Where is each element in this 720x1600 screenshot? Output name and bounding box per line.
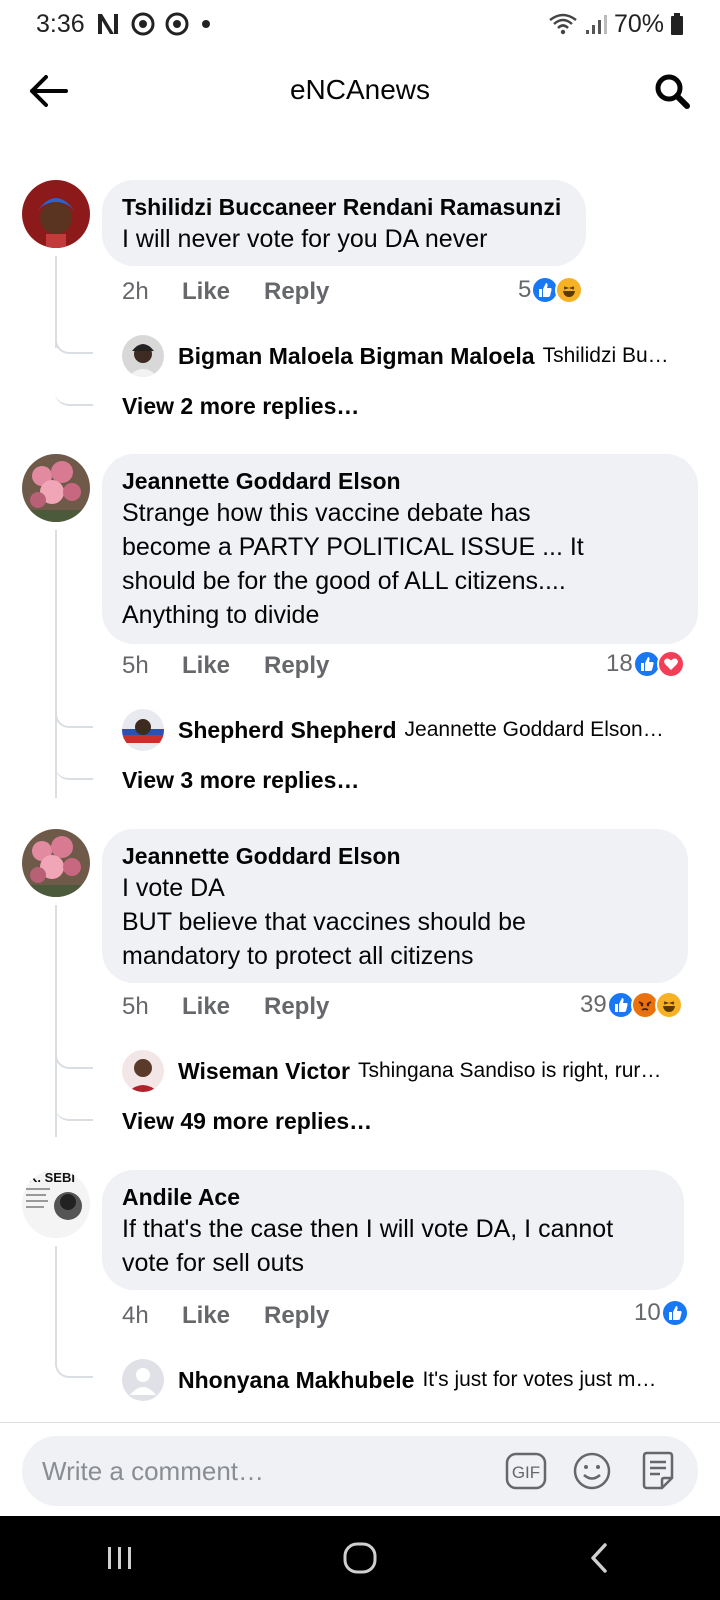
reaction-count: 39 bbox=[580, 991, 607, 1018]
like-button[interactable]: Like bbox=[182, 1302, 264, 1330]
avatar-text: K. SEBI bbox=[28, 1170, 75, 1185]
comment-text: If that's the case then I will vote DA, … bbox=[122, 1215, 614, 1277]
reaction-summary[interactable]: 39 bbox=[580, 991, 683, 1019]
reply-button[interactable]: Reply bbox=[264, 993, 329, 1021]
reply-text: Tshingana Sandiso is right, rur… bbox=[357, 1059, 662, 1082]
avatar[interactable] bbox=[22, 180, 90, 248]
like-button[interactable]: Like bbox=[182, 993, 264, 1021]
reply-button[interactable]: Reply bbox=[264, 278, 329, 306]
comment-time: 4h bbox=[122, 1302, 149, 1329]
haha-reaction-icon bbox=[654, 991, 683, 1019]
comment-actions: 5h Like Reply bbox=[122, 993, 329, 1021]
love-reaction-icon bbox=[656, 650, 685, 678]
comment-author[interactable]: Jeannette Goddard Elson bbox=[122, 841, 668, 871]
reply-author[interactable]: Wiseman Victor bbox=[178, 1058, 350, 1085]
signal-icon bbox=[584, 12, 608, 36]
dot-icon bbox=[199, 17, 213, 31]
comment-actions: 5h Like Reply bbox=[122, 652, 329, 680]
like-reaction-icon bbox=[660, 1299, 689, 1327]
reply-author[interactable]: Bigman Maloela Bigman Maloela bbox=[178, 343, 535, 370]
comment-author[interactable]: Jeannette Goddard Elson bbox=[122, 466, 678, 496]
sticker-icon[interactable] bbox=[636, 1449, 680, 1493]
view-more-replies-link[interactable]: View 3 more replies… bbox=[122, 767, 359, 794]
reply-text: Tshilidzi Bu… bbox=[542, 344, 669, 367]
avatar[interactable]: K. SEBI bbox=[22, 1170, 90, 1238]
status-bar: 3:36 70% bbox=[0, 0, 720, 48]
search-icon[interactable] bbox=[650, 69, 694, 113]
comment-bubble[interactable]: Andile Ace If that's the case then I wil… bbox=[102, 1170, 684, 1290]
page-title: eNCAnews bbox=[289, 74, 431, 105]
divider bbox=[0, 1422, 720, 1423]
reaction-count: 18 bbox=[606, 650, 633, 677]
emoji-icon[interactable] bbox=[570, 1449, 614, 1493]
reply-preview[interactable]: Wiseman Victor Tshingana Sandiso is righ… bbox=[122, 1050, 692, 1092]
reply-preview[interactable]: Nhonyana Makhubele It's just for votes j… bbox=[122, 1359, 692, 1401]
reply-button[interactable]: Reply bbox=[264, 1302, 329, 1330]
comment-text: I vote DA BUT believe that vaccines shou… bbox=[122, 874, 526, 970]
comment-actions: 4h Like Reply bbox=[122, 1302, 329, 1330]
comment-time: 5h bbox=[122, 652, 149, 679]
chrome-icon bbox=[165, 12, 189, 36]
comment-bubble[interactable]: Jeannette Goddard Elson Strange how this… bbox=[102, 454, 698, 644]
avatar[interactable] bbox=[22, 454, 90, 522]
comment-text: I will never vote for you DA never bbox=[122, 225, 488, 253]
comment-bubble[interactable]: Tshilidzi Buccaneer Rendani Ramasunzi I … bbox=[102, 180, 586, 266]
reply-text: Jeannette Goddard Elson… bbox=[404, 718, 664, 741]
avatar[interactable] bbox=[122, 709, 164, 751]
back-icon[interactable] bbox=[560, 1528, 640, 1588]
comment-actions: 2h Like Reply bbox=[122, 278, 329, 306]
view-more-replies-link[interactable]: View 49 more replies… bbox=[122, 1108, 372, 1135]
comment-text: Strange how this vaccine debate has beco… bbox=[122, 499, 584, 629]
avatar[interactable] bbox=[122, 1050, 164, 1092]
gif-icon[interactable]: GIF bbox=[504, 1449, 548, 1493]
comment-time: 5h bbox=[122, 993, 149, 1020]
netflix-icon bbox=[95, 12, 121, 36]
comment-author[interactable]: Tshilidzi Buccaneer Rendani Ramasunzi bbox=[122, 192, 566, 222]
avatar[interactable] bbox=[22, 829, 90, 897]
comment-time: 2h bbox=[122, 278, 149, 305]
status-time: 3:36 bbox=[36, 9, 85, 38]
home-icon[interactable] bbox=[320, 1528, 400, 1588]
reaction-count: 5 bbox=[518, 276, 532, 303]
svg-text:GIF: GIF bbox=[512, 1463, 540, 1482]
reply-text: It's just for votes just m… bbox=[422, 1368, 657, 1391]
chrome-icon bbox=[131, 12, 155, 36]
reaction-summary[interactable]: 18 bbox=[606, 650, 685, 678]
system-nav-bar bbox=[0, 1516, 720, 1600]
reply-button[interactable]: Reply bbox=[264, 652, 329, 680]
comment-bubble[interactable]: Jeannette Goddard Elson I vote DA BUT be… bbox=[102, 829, 688, 983]
avatar[interactable] bbox=[122, 1359, 164, 1401]
haha-reaction-icon bbox=[555, 276, 584, 304]
comment-input[interactable] bbox=[42, 1455, 482, 1487]
view-more-replies-link[interactable]: View 2 more replies… bbox=[122, 393, 359, 420]
wifi-icon bbox=[548, 12, 578, 36]
reaction-summary[interactable]: 5 bbox=[518, 276, 584, 304]
reply-preview[interactable]: Shepherd Shepherd Jeannette Goddard Elso… bbox=[122, 709, 692, 751]
reply-preview[interactable]: Bigman Maloela Bigman Maloela Tshilidzi … bbox=[122, 335, 692, 377]
back-arrow-icon[interactable] bbox=[26, 69, 70, 113]
reply-author[interactable]: Nhonyana Makhubele bbox=[178, 1367, 414, 1394]
reply-author[interactable]: Shepherd Shepherd bbox=[178, 717, 397, 744]
comment-composer: GIF bbox=[22, 1436, 698, 1506]
like-button[interactable]: Like bbox=[182, 652, 264, 680]
battery-icon bbox=[670, 12, 684, 36]
comment-author[interactable]: Andile Ace bbox=[122, 1182, 664, 1212]
reaction-count: 10 bbox=[634, 1299, 661, 1326]
battery-percent: 70% bbox=[613, 9, 664, 38]
app-header: eNCAnews bbox=[0, 56, 720, 126]
reaction-summary[interactable]: 10 bbox=[634, 1299, 689, 1327]
like-button[interactable]: Like bbox=[182, 278, 264, 306]
recents-icon[interactable] bbox=[80, 1528, 160, 1588]
avatar[interactable] bbox=[122, 335, 164, 377]
